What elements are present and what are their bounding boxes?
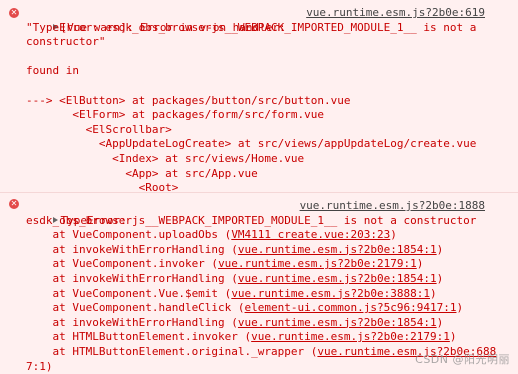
stack-paren: ): [436, 271, 444, 285]
found-in-label: found in: [26, 64, 79, 78]
error-header: [Vue warn]: Error in v-on handler: vue.r…: [0, 6, 514, 34]
stack-source-link[interactable]: vue.runtime.esm.js?2b0e:1854:1: [238, 316, 437, 329]
stack-function: at invokeWithErrorHandling (: [26, 242, 238, 256]
error-header: TypeError: vue.runtime.esm.js?2b0e:1888: [0, 199, 514, 227]
source-link[interactable]: vue.runtime.esm.js?2b0e:619: [306, 6, 485, 21]
stack-source-link[interactable]: vue.runtime.esm.js?2b0e:2179:1: [251, 330, 450, 343]
stack-function: at VueComponent.Vue.$emit (: [26, 286, 232, 300]
stack-function: at VueComponent.handleClick (: [26, 301, 245, 315]
stack-line: at invokeWithErrorHandling (vue.runtime.…: [0, 316, 514, 331]
stack-source-link[interactable]: vue.runtime.esm.js?2b0e:1854:1: [238, 272, 437, 285]
stack-line: at VueComponent.handleClick (element-ui.…: [0, 301, 514, 316]
stack-paren: ): [430, 286, 437, 300]
stack-line: at HTMLButtonElement.invoker (vue.runtim…: [0, 330, 514, 345]
component-trace-line: <ElForm> at packages/form/src/form.vue: [26, 108, 325, 122]
component-trace-line: <Index> at src/views/Home.vue: [26, 151, 305, 165]
stack-paren: ): [436, 242, 444, 256]
stack-function: at HTMLButtonElement.invoker (: [26, 330, 252, 344]
component-trace-line: <ElScrollbar>: [26, 122, 172, 136]
stack-line: at invokeWithErrorHandling (vue.runtime.…: [0, 243, 514, 258]
component-trace-line: <AppUpdateLogCreate> at src/views/appUpd…: [26, 137, 477, 151]
error-message-line: constructor": [26, 35, 106, 49]
stack-line: at VueComponent.invoker (vue.runtime.esm…: [0, 257, 514, 272]
stack-source-link[interactable]: VM4111 create.vue:203:23: [231, 228, 390, 241]
stack-function: at HTMLButtonElement.original._wrapper (: [26, 344, 318, 358]
stack-paren: ): [390, 228, 397, 242]
stack-source-link[interactable]: vue.runtime.esm.js?2b0e:3888:1: [231, 287, 430, 300]
stack-paren: ): [456, 301, 464, 315]
error-message-line: esdk_obs_browserjs__WEBPACK_IMPORTED_MOD…: [26, 213, 477, 227]
console-error-entry: ✕ TypeError: vue.runtime.esm.js?2b0e:188…: [0, 193, 518, 374]
stack-line: at VueComponent.uploadObs (VM4111 create…: [0, 228, 514, 243]
source-link[interactable]: vue.runtime.esm.js?2b0e:1888: [300, 199, 485, 214]
component-trace-line: ---> <ElButton> at packages/button/src/b…: [26, 93, 351, 107]
stack-source-link[interactable]: vue.runtime.esm.js?2b0e:2179:1: [218, 257, 417, 270]
stack-paren: ): [436, 315, 444, 329]
error-message-line: "TypeError: esdk_obs_browserjs__WEBPACK_…: [26, 20, 477, 34]
stack-line: at VueComponent.Vue.$emit (vue.runtime.e…: [0, 287, 514, 302]
stack-function: at invokeWithErrorHandling (: [26, 271, 238, 285]
watermark: CSDN @阳光明丽: [415, 353, 510, 366]
stack-paren: ): [416, 257, 424, 271]
console-error-entry: ✕ [Vue warn]: Error in v-on handler: vue…: [0, 0, 518, 194]
component-trace-line: <App> at src/App.vue: [26, 166, 258, 180]
stack-source-link[interactable]: element-ui.common.js?5c96:9417:1: [245, 301, 457, 314]
stack-function: at VueComponent.uploadObs (: [26, 228, 232, 242]
stack-paren: ): [449, 330, 457, 344]
stack-line: at invokeWithErrorHandling (vue.runtime.…: [0, 272, 514, 287]
stack-function: at invokeWithErrorHandling (: [26, 315, 238, 329]
stack-function: at VueComponent.invoker (: [26, 257, 219, 271]
stack-source-link[interactable]: vue.runtime.esm.js?2b0e:1854:1: [238, 243, 437, 256]
